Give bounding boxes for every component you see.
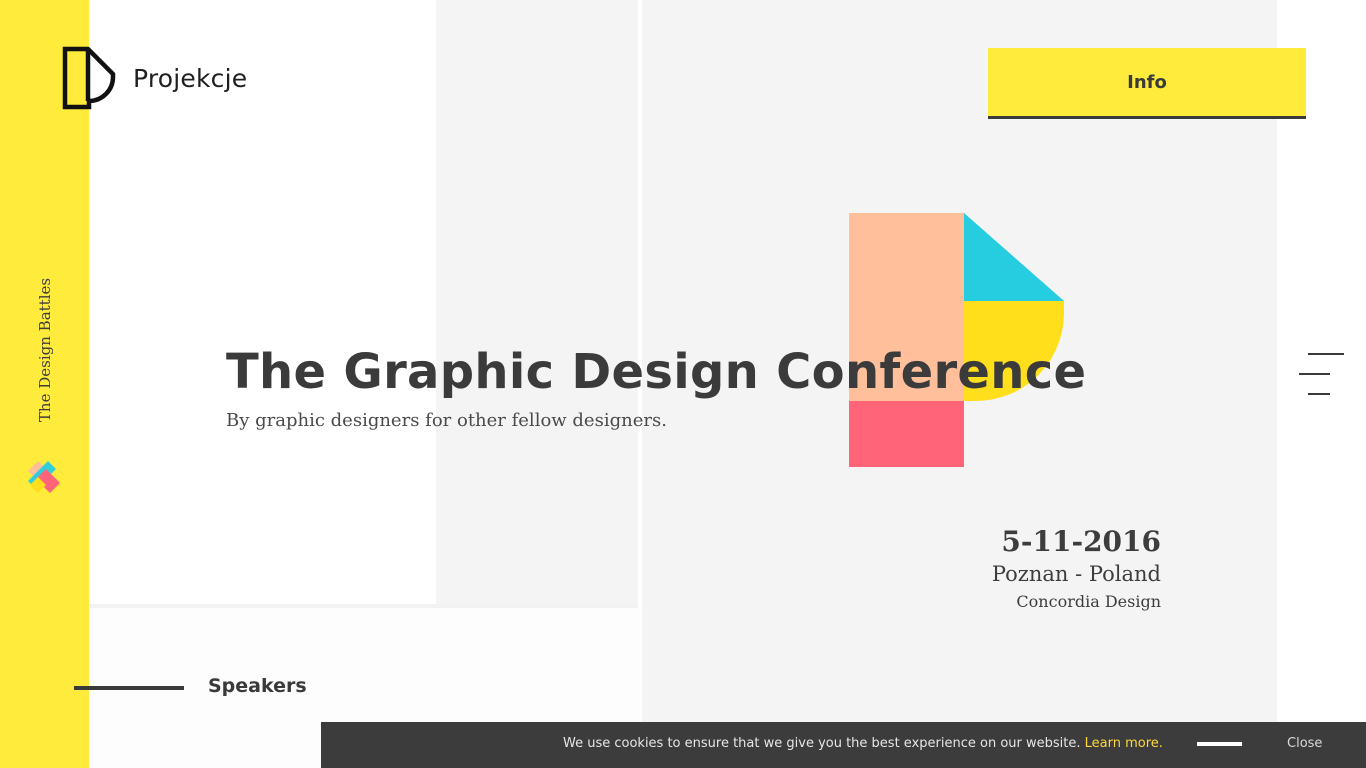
- logo[interactable]: Projekcje: [62, 46, 247, 110]
- event-location: Poznan - Poland: [991, 562, 1161, 586]
- page: The Design Battles Projekcje Info The Gr…: [0, 0, 1366, 768]
- page-title: The Graphic Design Conference: [226, 344, 1087, 400]
- cookie-message: We use cookies to ensure that we give yo…: [563, 736, 1081, 751]
- x-mark-icon[interactable]: [26, 459, 62, 495]
- page-subtitle: By graphic designers for other fellow de…: [226, 410, 667, 431]
- speakers-divider: [74, 686, 184, 690]
- hamburger-menu-icon[interactable]: [1297, 352, 1345, 398]
- event-date: 5-11-2016: [1001, 525, 1161, 558]
- bg-panel-left-gray: [436, 0, 638, 608]
- menu-line: [1308, 393, 1330, 395]
- speakers-link[interactable]: Speakers: [208, 675, 307, 697]
- logo-text: Projekcje: [133, 63, 248, 93]
- cookie-accept-button[interactable]: [1197, 742, 1242, 746]
- event-venue: Concordia Design: [1016, 592, 1161, 611]
- side-rail: The Design Battles: [0, 0, 89, 768]
- cookie-message-container: We use cookies to ensure that we give yo…: [563, 736, 1163, 751]
- projekcje-logo-icon: [62, 46, 116, 110]
- rail-tagline: The Design Battles: [36, 277, 54, 423]
- menu-line: [1308, 353, 1344, 355]
- hero-graphic: [849, 213, 1064, 467]
- cookie-learn-more-link[interactable]: Learn more.: [1085, 736, 1163, 751]
- graphic-cyan-triangle: [964, 213, 1064, 301]
- info-button[interactable]: Info: [988, 48, 1306, 119]
- graphic-pink-block: [849, 401, 964, 467]
- cookie-close-button[interactable]: Close: [1287, 736, 1322, 751]
- cookie-bar: We use cookies to ensure that we give yo…: [321, 722, 1366, 768]
- menu-line: [1299, 373, 1330, 375]
- event-info: 5-11-2016 Poznan - Poland Concordia Desi…: [992, 524, 1161, 616]
